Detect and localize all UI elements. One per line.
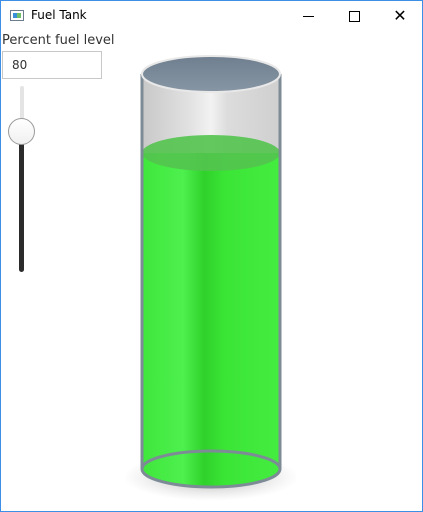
tank-top xyxy=(141,55,281,93)
fuel-level-slider[interactable] xyxy=(8,86,36,276)
slider-thumb[interactable] xyxy=(8,117,35,145)
fuel-level-label: Percent fuel level xyxy=(2,33,115,48)
window-title: Fuel Tank xyxy=(31,8,87,22)
maximize-icon xyxy=(348,10,360,22)
slider-track-fill[interactable] xyxy=(19,131,24,272)
close-button[interactable]: ✕ xyxy=(377,1,423,31)
fuel-liquid xyxy=(142,153,280,487)
fuel-surface xyxy=(142,135,280,171)
app-icon xyxy=(10,10,24,21)
fuel-level-input[interactable] xyxy=(2,51,102,79)
minimize-button[interactable] xyxy=(285,1,331,31)
minimize-icon xyxy=(302,15,314,17)
close-icon: ✕ xyxy=(393,6,407,25)
title-bar[interactable]: Fuel Tank ✕ xyxy=(1,1,422,31)
fuel-tank-window: Fuel Tank ✕ Percent fuel level xyxy=(0,0,423,512)
fuel-tank xyxy=(126,55,296,501)
maximize-button[interactable] xyxy=(331,1,377,31)
